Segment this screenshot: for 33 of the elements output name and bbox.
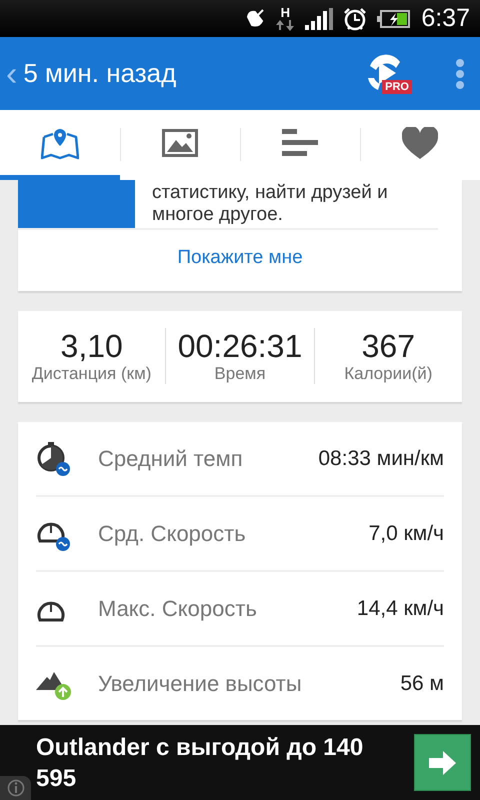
bar-list-icon xyxy=(282,129,318,156)
arrow-right-icon xyxy=(429,748,456,776)
summary-label: Калории(й) xyxy=(344,364,432,384)
stat-label: Макс. Скорость xyxy=(98,596,258,622)
summary-value: 00:26:31 xyxy=(178,328,302,364)
show-me-link[interactable]: Покажите мне xyxy=(18,230,462,291)
stat-value: 56 м xyxy=(400,672,444,696)
back-button[interactable]: ‹ 5 мин. назад xyxy=(6,56,176,90)
signal-icon xyxy=(305,8,334,30)
summary-label: Дистанция (км) xyxy=(32,364,152,384)
battery-icon xyxy=(377,10,412,28)
ad-text: Outlander с выгодой до 140 595 xyxy=(36,732,364,794)
stopwatch-icon xyxy=(36,440,71,476)
stat-value: 08:33 мин/км xyxy=(318,446,444,470)
promo-text: статистику, найти друзей и многое другое. xyxy=(151,181,389,227)
stat-label: Средний темп xyxy=(98,446,244,472)
clock-time: 6:37 xyxy=(421,4,470,33)
ad-open-button[interactable] xyxy=(414,734,471,791)
stat-value: 7,0 км/ч xyxy=(368,522,444,546)
heart-icon xyxy=(402,126,438,158)
data-arrows-icon xyxy=(275,18,296,30)
more-icon xyxy=(456,58,464,88)
network-type: H xyxy=(280,6,290,18)
summary-value: 367 xyxy=(362,328,416,364)
pro-badge: PRO xyxy=(382,80,412,94)
summary-label: Время xyxy=(214,364,266,384)
image-icon xyxy=(162,128,198,156)
alarm-clock-icon xyxy=(343,6,368,30)
stat-label: Увеличение высоты xyxy=(98,670,303,696)
summary-value: 3,10 xyxy=(60,328,123,364)
stat-label: Срд. Скорость xyxy=(98,520,247,546)
stat-value: 14,4 км/ч xyxy=(356,596,444,620)
info-icon xyxy=(6,779,24,797)
